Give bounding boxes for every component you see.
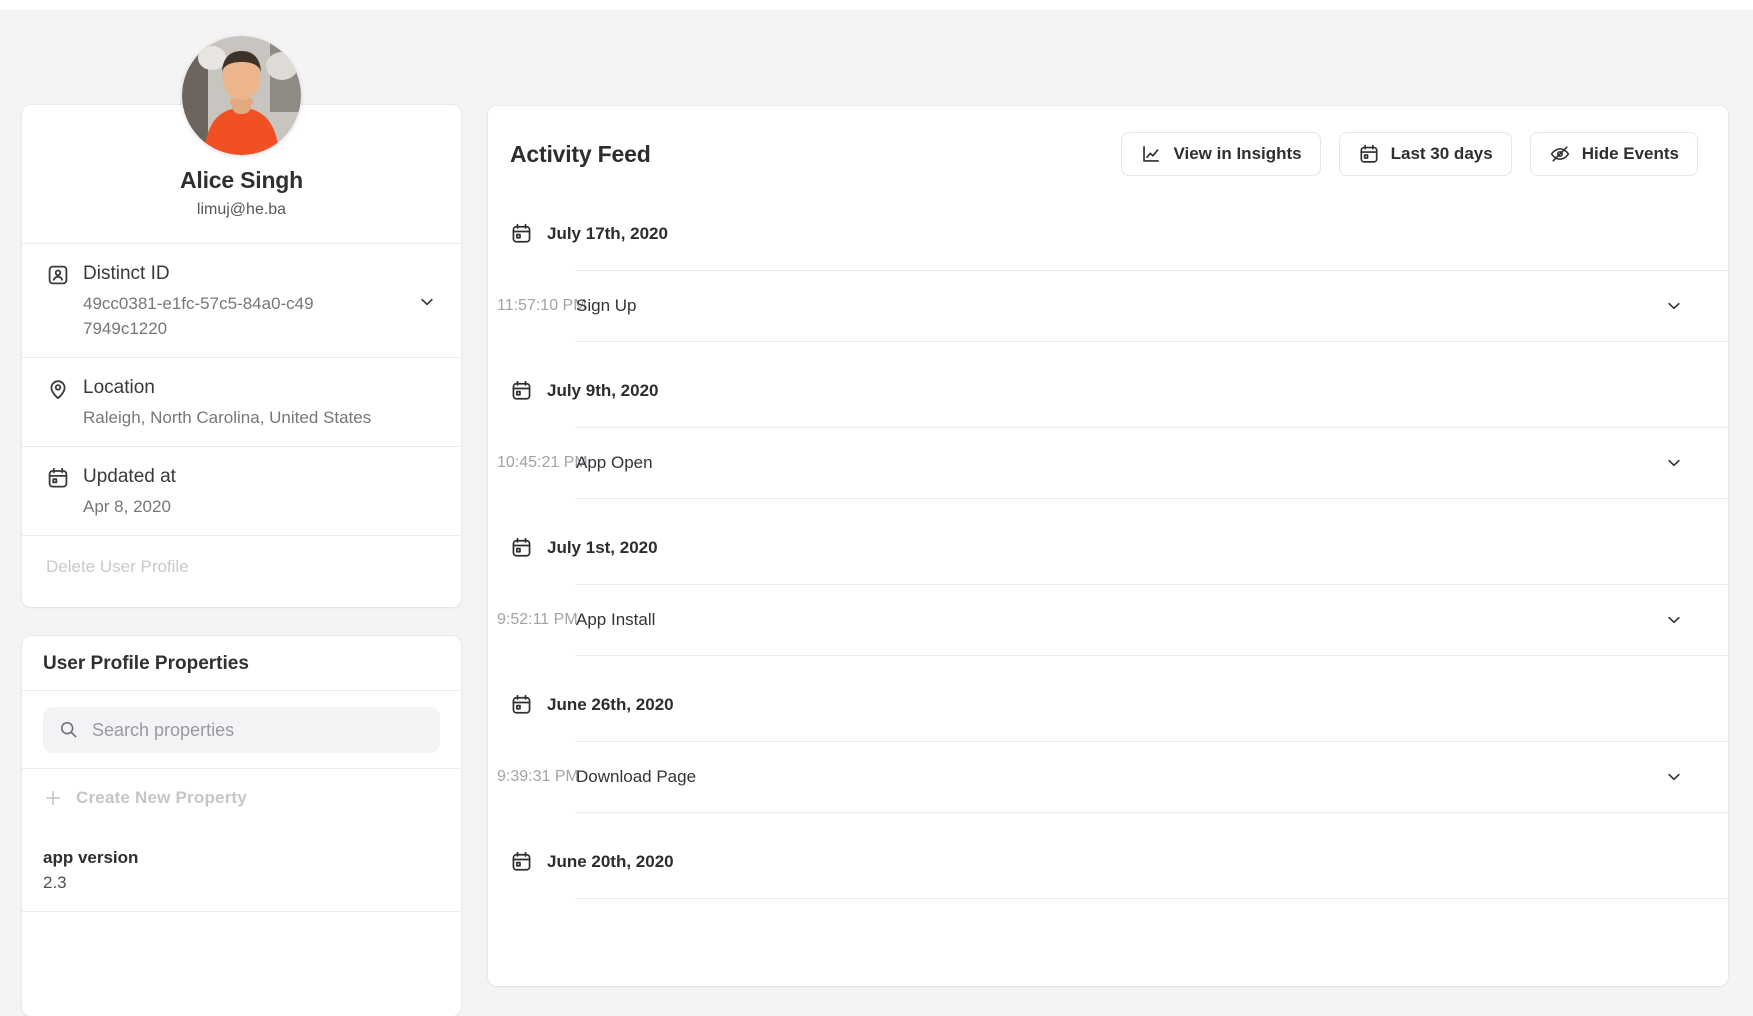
group-date: July 17th, 2020 [547,224,668,244]
event-time [488,898,575,970]
activity-feed-card: Activity Feed View in Insights Last 30 d… [488,106,1728,986]
property-value: 2.3 [43,873,440,893]
field-text: Updated at Apr 8, 2020 [83,465,176,519]
button-label: View in Insights [1173,144,1301,164]
event-main: Sign Up [575,270,1728,342]
field-value: Raleigh, North Carolina, United States [83,405,371,430]
event-name: App Open [575,453,653,473]
event-name: Sign Up [575,296,636,316]
date-group-header: June 20th, 2020 [488,813,1728,898]
profile-fields: Distinct ID 49cc0381-e1fc-57c5-84a0-c497… [22,243,461,598]
calendar-icon [46,466,70,490]
search-box[interactable] [43,707,440,753]
date-group-header: July 1st, 2020 [488,499,1728,584]
chevron-down-icon[interactable] [1664,453,1684,473]
properties-title: User Profile Properties [22,636,461,690]
event-name: Download Page [575,767,696,787]
insights-line-chart-icon [1140,143,1162,165]
activity-feed-title: Activity Feed [510,141,651,168]
field-distinct-id: Distinct ID 49cc0381-e1fc-57c5-84a0-c497… [22,243,461,357]
view-in-insights-button[interactable]: View in Insights [1121,132,1320,176]
group-date: June 26th, 2020 [547,695,674,715]
user-name: Alice Singh [22,167,461,194]
field-label: Location [83,376,371,400]
chevron-down-icon[interactable] [417,292,437,312]
event-time: 9:52:11 PM [488,584,575,656]
avatar [182,36,301,155]
user-profile-card: Alice Singh limuj@he.ba Distinct ID 49cc… [22,105,461,607]
field-text: Distinct ID 49cc0381-e1fc-57c5-84a0-c497… [83,262,315,341]
search-icon [58,719,79,740]
calendar-icon [510,693,533,716]
last-30-days-button[interactable]: Last 30 days [1339,132,1512,176]
property-name: app version [43,848,440,868]
create-new-property-button[interactable]: Create New Property [22,768,461,827]
chevron-down-icon[interactable] [1664,767,1684,787]
properties-search-section [22,690,461,768]
group-date: June 20th, 2020 [547,852,674,872]
create-new-property-label: Create New Property [76,788,247,808]
button-label: Last 30 days [1391,144,1493,164]
date-group-header: July 17th, 2020 [488,176,1728,270]
event-row[interactable]: 10:45:21 PM App Open [488,427,1728,499]
group-date: July 1st, 2020 [547,538,658,558]
plus-icon [43,788,63,808]
location-pin-icon [46,377,70,401]
date-group-header: June 26th, 2020 [488,656,1728,741]
field-text: Location Raleigh, North Carolina, United… [83,376,371,430]
activity-feed-header: Activity Feed View in Insights Last 30 d… [488,106,1728,176]
calendar-icon [510,222,533,245]
field-label: Distinct ID [83,262,315,286]
calendar-icon [1358,143,1380,165]
event-time: 10:45:21 PM [488,427,575,499]
event-main: App Open [575,427,1728,499]
event-row [488,898,1728,970]
field-label: Updated at [83,465,176,489]
eye-off-icon [1549,143,1571,165]
date-group-header: July 9th, 2020 [488,342,1728,427]
button-label: Hide Events [1582,144,1679,164]
event-main: App Install [575,584,1728,656]
field-updated-at: Updated at Apr 8, 2020 [22,446,461,535]
contact-card-icon [46,263,70,287]
activity-feed-actions: View in Insights Last 30 days Hide Event… [1121,132,1698,176]
event-row[interactable]: 11:57:10 PM Sign Up [488,270,1728,342]
event-main: Download Page [575,741,1728,813]
user-profile-properties-card: User Profile Properties Create New Prope… [22,636,461,1016]
user-email: limuj@he.ba [22,201,461,219]
avatar-illustration [182,36,301,155]
calendar-icon [510,379,533,402]
field-value: Apr 8, 2020 [83,494,176,519]
top-bar-edge [0,0,1753,10]
field-location: Location Raleigh, North Carolina, United… [22,357,461,446]
calendar-icon [510,850,533,873]
event-name: App Install [575,610,655,630]
event-main [575,898,1728,970]
property-list-item[interactable]: app version 2.3 [22,827,461,912]
hide-events-button[interactable]: Hide Events [1530,132,1698,176]
calendar-icon [510,536,533,559]
chevron-down-icon[interactable] [1664,296,1684,316]
event-time: 9:39:31 PM [488,741,575,813]
event-row[interactable]: 9:39:31 PM Download Page [488,741,1728,813]
activity-feed-list: July 17th, 2020 11:57:10 PM Sign Up July… [488,176,1728,970]
group-date: July 9th, 2020 [547,381,659,401]
search-input[interactable] [43,707,440,753]
event-row[interactable]: 9:52:11 PM App Install [488,584,1728,656]
chevron-down-icon[interactable] [1664,610,1684,630]
field-value: 49cc0381-e1fc-57c5-84a0-c497949c1220 [83,291,315,341]
delete-user-profile-button[interactable]: Delete User Profile [22,535,461,598]
event-time: 11:57:10 PM [488,270,575,342]
